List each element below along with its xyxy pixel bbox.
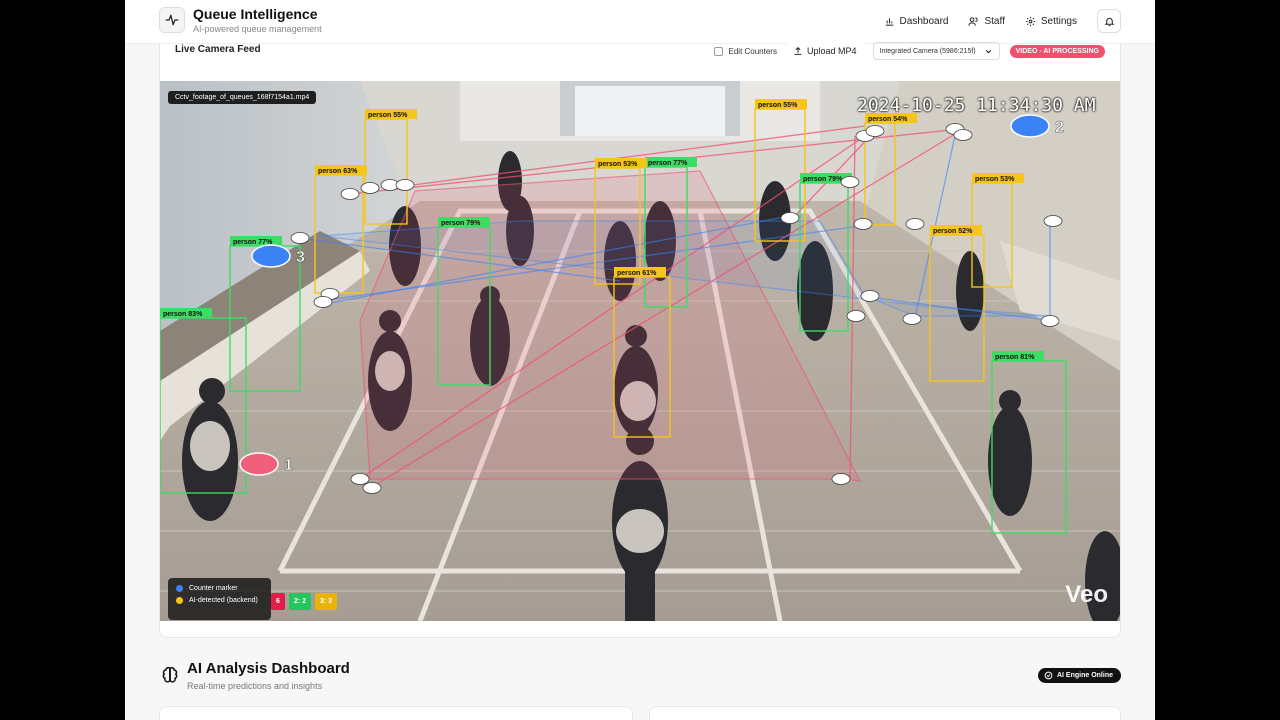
nav-staff-label: Staff	[984, 15, 1005, 27]
nav-dashboard[interactable]: Dashboard	[884, 15, 949, 27]
checkbox-box[interactable]	[713, 46, 723, 56]
polygon-vertex-handle[interactable]	[860, 290, 880, 302]
legend-counter-marker-label: Counter marker	[189, 585, 238, 592]
upload-mp4-label: Upload MP4	[806, 46, 857, 56]
activity-icon	[159, 7, 185, 33]
polygon-vertex-handle[interactable]	[780, 212, 800, 224]
dashboard-panel-right	[649, 706, 1121, 720]
bar-chart-icon	[885, 17, 893, 26]
legend-ai-detected-label: AI-detected (backend)	[189, 597, 258, 604]
polygon-vertex-handle[interactable]	[1043, 215, 1063, 227]
counter-marker-1[interactable]: 1	[239, 452, 293, 476]
polygon-vertex-handle[interactable]	[865, 125, 885, 137]
processing-status-badge: VIDEO - AI PROCESSING	[1009, 44, 1105, 58]
ai-engine-status-badge: AI Engine Online	[1037, 668, 1121, 683]
counter-marker-number: 1	[284, 457, 293, 474]
polygon-vertex-handle[interactable]	[831, 473, 851, 485]
counter-marker-number: 3	[296, 249, 305, 266]
polygon-vertex-handle[interactable]	[846, 310, 866, 322]
polygon-vertex-handle[interactable]	[362, 482, 382, 494]
main-nav: Dashboard Staff Settings	[884, 9, 1121, 33]
feed-toolbar: Edit Counters Upload MP4 Integrated Came…	[713, 42, 1105, 60]
polygon-vertex-handle[interactable]	[905, 218, 925, 230]
nav-settings-label: Settings	[1040, 15, 1077, 27]
brain-icon	[162, 666, 178, 683]
queue-chip-3: 3: 3	[314, 593, 338, 610]
bell-icon	[1104, 17, 1114, 26]
upload-mp4-button[interactable]: Upload MP4	[786, 43, 863, 59]
queue-chip-1: 6	[271, 593, 285, 610]
ai-engine-status-label: AI Engine Online	[1056, 672, 1113, 679]
polygon-vertex-handle[interactable]	[340, 188, 360, 200]
video-filename: Cctv_footage_of_queues_168f7154a1.mp4	[168, 91, 317, 104]
app-subtitle: AI-powered queue management	[193, 24, 322, 34]
polygon-vertex-handle[interactable]	[360, 182, 380, 194]
video-feed[interactable]: person 55% person 55% person 54% person 63%…	[160, 81, 1120, 621]
legend-dot-blue	[176, 585, 183, 592]
queue-chip-2: 2: 2	[288, 593, 311, 610]
polygon-vertex-handle[interactable]	[395, 179, 415, 191]
legend-ai-detected: AI-detected (backend)	[176, 597, 263, 604]
app-title: Queue Intelligence	[193, 6, 318, 22]
legend-dot-yellow	[176, 597, 183, 604]
nav-settings[interactable]: Settings	[1025, 16, 1077, 27]
veo-watermark: Veo	[1065, 581, 1108, 608]
dashboard-subtitle: Real-time predictions and insights	[187, 681, 323, 691]
counter-marker-overlay[interactable]: 1 2 3	[160, 81, 1120, 621]
counter-marker-3[interactable]: 3	[251, 244, 305, 268]
chevron-down-icon	[985, 49, 991, 53]
overlay-legend: Counter marker AI-detected (backend)	[168, 578, 271, 620]
polygon-vertex-handle[interactable]	[953, 129, 973, 141]
upload-icon	[794, 46, 802, 55]
check-circle-icon	[1044, 671, 1053, 680]
app-window: Queue Intelligence AI-powered queue mana…	[125, 0, 1155, 720]
polygon-vertex-handle[interactable]	[853, 218, 873, 230]
legend-counter-marker: Counter marker	[176, 585, 263, 592]
camera-select[interactable]: Integrated Camera (5986:215f)	[872, 42, 1000, 60]
dashboard-title: AI Analysis Dashboard	[187, 660, 350, 677]
nav-dashboard-label: Dashboard	[899, 15, 949, 27]
polygon-vertex-handle[interactable]	[290, 232, 310, 244]
dashboard-panel-left	[159, 706, 633, 720]
gear-icon	[1025, 16, 1035, 26]
polygon-vertex-handle[interactable]	[840, 176, 860, 188]
counter-marker-number: 2	[1055, 119, 1064, 136]
polygon-vertex-handle[interactable]	[313, 296, 333, 308]
polygon-vertex-handle[interactable]	[1040, 315, 1060, 327]
polygon-vertex-handle[interactable]	[902, 313, 922, 325]
notifications-button[interactable]	[1097, 9, 1121, 33]
edit-counters-label: Edit Counters	[728, 46, 777, 56]
nav-staff[interactable]: Staff	[968, 15, 1005, 27]
video-timestamp: 2024-10-25 11:34:30 AM	[857, 95, 1096, 116]
camera-select-value: Integrated Camera (5986:215f)	[879, 47, 976, 55]
feed-title: Live Camera Feed	[175, 44, 261, 55]
edit-counters-checkbox[interactable]: Edit Counters	[713, 46, 777, 56]
users-icon	[968, 16, 979, 26]
top-header: Queue Intelligence AI-powered queue mana…	[125, 0, 1155, 44]
polygon-vertex-handle[interactable]	[350, 473, 370, 485]
queue-count-chips: 6 2: 2 3: 3	[271, 593, 338, 610]
counter-marker-2[interactable]: 2	[1010, 114, 1064, 138]
